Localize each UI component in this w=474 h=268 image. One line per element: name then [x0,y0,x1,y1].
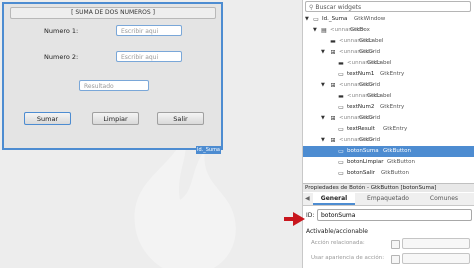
label-icon: ▬ [330,38,336,45]
label-icon: ▬ [338,60,344,67]
accion-relacionada-label: Acción relacionada: [311,240,365,246]
num1-entry[interactable]: Escribir aqui [116,25,182,36]
window-icon: ▭ [313,16,319,23]
tree-item-grid[interactable]: ▼ ⊞ <unnamed> GtkGrid [303,47,474,58]
tree-item-botonlimpiar[interactable]: ▭ botonLimpiar GtkButton [303,157,474,168]
num2-entry[interactable]: Escribir aqui [116,51,182,62]
id-label: ID: [306,212,315,219]
tree-item-label[interactable]: ▬ <unnamed> GtkLabel [303,36,474,47]
tree-item-textresult[interactable]: ▭ textResult GtkEntry [303,124,474,135]
flame-watermark [134,135,236,268]
properties-header: Propiedades de Botón - GtkButton [botonS… [303,183,474,192]
accion-checkbox[interactable] [391,240,400,249]
main-window-preview[interactable]: [ SUMA DE DOS NUMEROS ] Numero 1: Escrib… [2,2,223,150]
properties-panel: Propiedades de Botón - GtkButton [botonS… [303,183,474,268]
apariencia-checkbox[interactable] [391,255,400,264]
tree-item-label[interactable]: ▬ <unnamed> GtkLabel [303,91,474,102]
box-icon: ▤ [321,27,327,34]
properties-tabs: ◀ General Empaquetado Comunes [303,193,474,206]
expander-icon[interactable]: ▼ [321,135,325,146]
expander-icon[interactable]: ▼ [305,14,309,25]
tree-item-label[interactable]: ▬ <unnamed> GtkLabel [303,58,474,69]
window-name-tag: Id._Suma [196,146,221,154]
grid-icon: ⊞ [330,137,336,144]
tab-general[interactable]: General [313,193,355,205]
tab-scroll-left-icon[interactable]: ◀ [305,193,310,205]
accion-select[interactable] [402,238,470,249]
result-entry[interactable]: Resultado [79,80,149,91]
tab-comunes[interactable]: Comunes [421,193,467,205]
tree-item-botonsalir[interactable]: ▭ botonSalir GtkButton [303,168,474,179]
annotation-arrow-icon [284,212,305,226]
tree-item-textnum2[interactable]: ▭ textNum2 GtkEntry [303,102,474,113]
button-icon: ▭ [338,170,344,177]
usar-apariencia-label: Usar apariencia de acción: [311,255,385,261]
grid-icon: ⊞ [330,115,336,122]
apariencia-select[interactable] [402,253,470,264]
expander-icon[interactable]: ▼ [321,80,325,91]
tree-item-grid[interactable]: ▼ ⊞ <unnamed> GtkGrid [303,80,474,91]
button-icon: ▭ [338,148,344,155]
widget-search-input[interactable]: ⚲ Buscar widgets [305,1,471,12]
id-input[interactable]: botonSuma [317,209,472,221]
grid-icon: ⊞ [330,49,336,56]
tab-empaquetado[interactable]: Empaquetado [359,193,417,205]
entry-icon: ▭ [338,104,344,111]
tree-item-grid[interactable]: ▼ ⊞ <unnamed> GtkGrid [303,135,474,146]
button-icon: ▭ [338,159,344,166]
expander-icon[interactable]: ▼ [321,113,325,124]
search-icon: ⚲ [309,4,314,11]
design-canvas: [ SUMA DE DOS NUMEROS ] Numero 1: Escrib… [0,0,302,268]
label-icon: ▬ [338,93,344,100]
salir-button[interactable]: Salir [157,112,204,125]
grid-icon: ⊞ [330,82,336,89]
section-title: Activable/accionable [306,228,368,235]
entry-icon: ▭ [338,71,344,78]
numero2-label: Numero 2: [44,53,79,61]
tree-item-box[interactable]: ▼ ▤ <unnamed> GtkBox [303,25,474,36]
limpiar-button[interactable]: Limpiar [92,112,139,125]
frame-title: [ SUMA DE DOS NUMEROS ] [10,7,216,19]
entry-icon: ▭ [338,126,344,133]
tree-item-grid[interactable]: ▼ ⊞ <unnamed> GtkGrid [303,113,474,124]
numero1-label: Numero 1: [44,27,79,35]
tree-item-textnum1[interactable]: ▭ textNum1 GtkEntry [303,69,474,80]
expander-icon[interactable]: ▼ [313,25,317,36]
expander-icon[interactable]: ▼ [321,47,325,58]
tree-item-botonsuma[interactable]: ▭ botonSuma GtkButton [303,146,474,157]
tree-item-window[interactable]: ▼ ▭ Id._Suma GtkWindow [303,14,474,25]
sumar-button[interactable]: Sumar [24,112,71,125]
